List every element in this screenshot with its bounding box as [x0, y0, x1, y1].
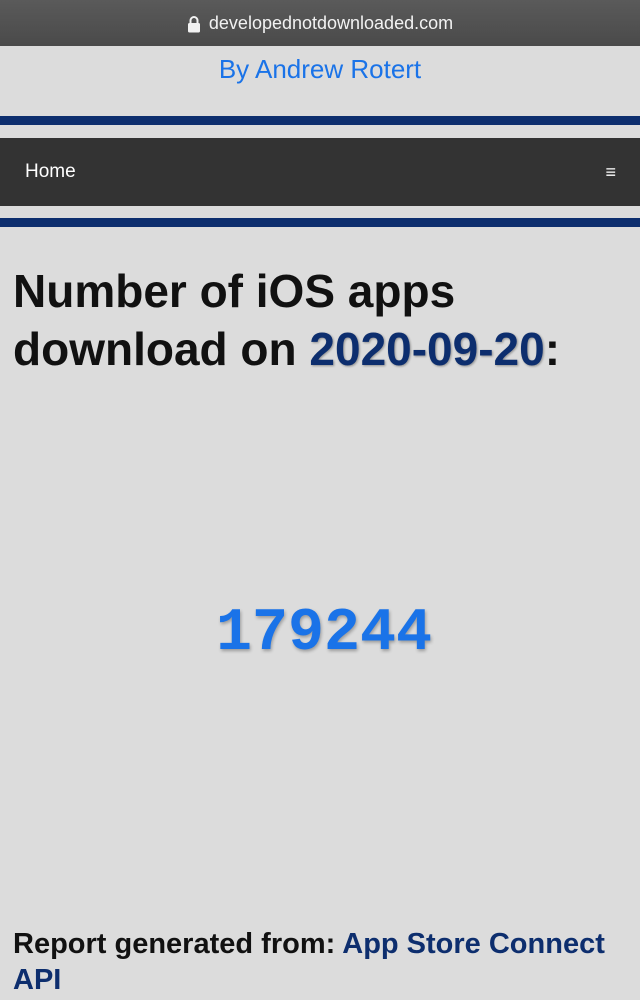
bottom-divider: [0, 218, 640, 227]
title-suffix: :: [544, 323, 561, 375]
author-link[interactable]: By Andrew Rotert: [0, 54, 640, 85]
page-title: Number of iOS apps download on 2020-09-2…: [13, 262, 628, 378]
browser-url-bar[interactable]: developednotdownloaded.com: [0, 0, 640, 46]
url-text: developednotdownloaded.com: [208, 12, 454, 33]
lock-icon: [187, 15, 201, 33]
nav-home-link[interactable]: Home: [25, 161, 76, 183]
navbar: Home ≡: [0, 138, 640, 206]
report-date: 2020-09-20: [309, 323, 545, 375]
hamburger-menu-icon[interactable]: ≡: [605, 163, 616, 181]
download-count: 179244: [215, 600, 433, 668]
top-divider: [0, 116, 640, 125]
report-source: Report generated from: App Store Connect…: [13, 926, 628, 998]
report-prefix: Report generated from:: [13, 928, 343, 960]
